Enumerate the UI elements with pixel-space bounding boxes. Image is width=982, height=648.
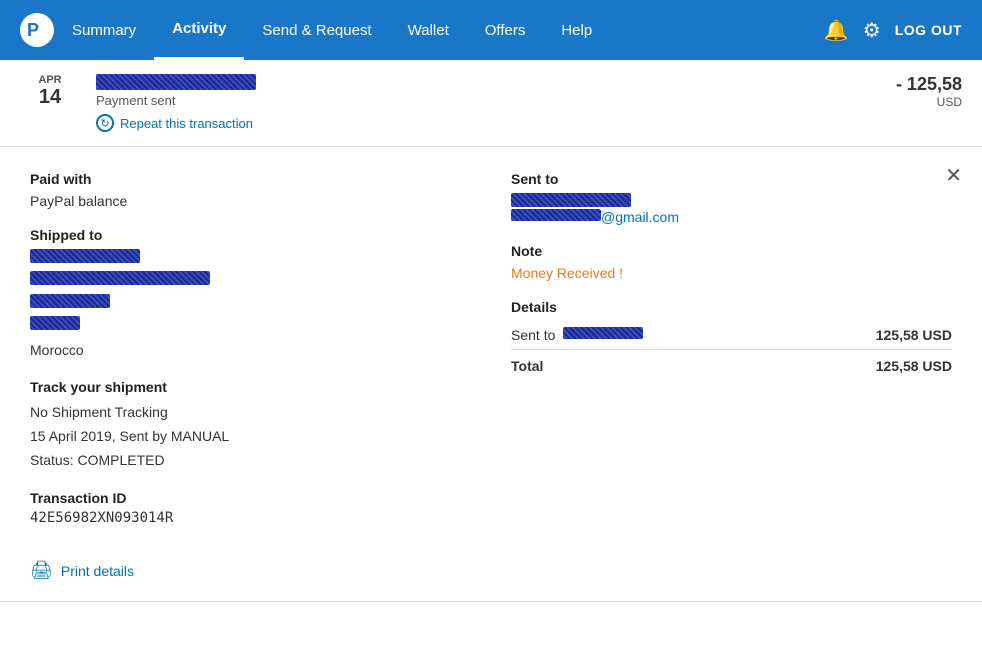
- nav-item-wallet[interactable]: Wallet: [390, 0, 467, 60]
- shipped-to-address2: [30, 294, 471, 316]
- repeat-transaction-link[interactable]: ↻ Repeat this transaction: [96, 114, 896, 132]
- detail-right-col: Sent to @gmail.com Note Money Received !: [511, 171, 952, 581]
- notifications-icon[interactable]: 🔔: [824, 18, 849, 43]
- total-amount: 125,58 USD: [876, 358, 952, 374]
- txn-id-label: Transaction ID: [30, 490, 471, 506]
- shipped-address1-redacted: [30, 271, 210, 285]
- total-label: Total: [511, 358, 543, 374]
- detail-grid: Paid with PayPal balance Shipped to: [30, 171, 952, 581]
- paid-with-label: Paid with: [30, 171, 471, 187]
- note-section: Note Money Received !: [511, 243, 952, 281]
- details-label: Details: [511, 299, 952, 315]
- nav-item-summary[interactable]: Summary: [54, 0, 154, 60]
- nav-item-offers[interactable]: Offers: [467, 0, 544, 60]
- shipped-to-section: Shipped to M: [30, 227, 471, 361]
- payment-status: Payment sent: [96, 93, 896, 108]
- transaction-info: Payment sent ↻ Repeat this transaction: [96, 74, 896, 146]
- recipient-name-redacted: [96, 74, 256, 90]
- date-month: APR: [20, 74, 80, 86]
- print-link[interactable]: Print details: [61, 563, 134, 579]
- shipped-address2-redacted: [30, 294, 110, 308]
- details-sent-to-amount: 125,58 USD: [876, 327, 952, 343]
- details-sent-to-row: Sent to 125,58 USD: [511, 321, 952, 350]
- nav-item-activity[interactable]: Activity: [154, 0, 244, 60]
- paid-with-value: PayPal balance: [30, 193, 471, 209]
- sent-to-name: [511, 193, 952, 209]
- note-value: Money Received !: [511, 265, 952, 281]
- shipped-name-redacted: [30, 249, 140, 263]
- amount-value: - 125,58: [896, 74, 962, 95]
- nav-item-help[interactable]: Help: [543, 0, 610, 60]
- shipped-to-address3: [30, 316, 471, 338]
- sent-to-name-redacted: [511, 193, 631, 207]
- details-table: Sent to 125,58 USD Total 125,58 USD: [511, 321, 952, 382]
- header: P Summary Activity Send & Request Wallet…: [0, 0, 982, 60]
- sent-to-email-domain: @gmail.com: [601, 209, 679, 225]
- transaction-date: APR 14: [20, 74, 80, 109]
- sent-to-section: Sent to @gmail.com: [511, 171, 952, 225]
- svg-text:P: P: [27, 20, 39, 40]
- settings-icon[interactable]: ⚙: [863, 18, 881, 43]
- nav-item-send-request[interactable]: Send & Request: [244, 0, 389, 60]
- transaction-id-section: Transaction ID 42E56982XN093014R: [30, 490, 471, 526]
- note-label: Note: [511, 243, 952, 259]
- main-content: APR 14 Payment sent ↻ Repeat this transa…: [0, 60, 982, 602]
- main-nav: Summary Activity Send & Request Wallet O…: [54, 0, 824, 60]
- repeat-label: Repeat this transaction: [120, 116, 253, 131]
- track-line2: 15 April 2019, Sent by MANUAL: [30, 425, 471, 449]
- paypal-logo: P: [20, 13, 54, 47]
- date-day: 14: [20, 86, 80, 109]
- details-sent-to-label: Sent to: [511, 327, 643, 343]
- shipped-to-country: Morocco: [30, 339, 471, 361]
- sent-to-email-prefix-redacted: [511, 209, 601, 221]
- sent-to-email: @gmail.com: [511, 209, 952, 225]
- amount-currency: USD: [896, 95, 962, 109]
- sent-to-label: Sent to: [511, 171, 952, 187]
- transaction-name: [96, 74, 896, 91]
- shipped-address3-redacted: [30, 316, 80, 330]
- shipped-to-address1: [30, 271, 471, 293]
- amount-block: - 125,58 USD: [896, 74, 962, 109]
- detail-left-col: Paid with PayPal balance Shipped to: [30, 171, 471, 581]
- details-total-row: Total 125,58 USD: [511, 350, 952, 382]
- details-table-section: Details Sent to 125,58 USD Total 125: [511, 299, 952, 382]
- txn-id-value: 42E56982XN093014R: [30, 510, 471, 526]
- shipped-to-label: Shipped to: [30, 227, 471, 243]
- print-row: 🖨 Print details: [30, 550, 471, 581]
- repeat-icon: ↻: [96, 114, 114, 132]
- details-sent-to-redacted: [563, 327, 643, 339]
- printer-icon: 🖨: [30, 560, 53, 581]
- paid-with-section: Paid with PayPal balance: [30, 171, 471, 209]
- header-right: 🔔 ⚙ LOG OUT: [824, 18, 962, 43]
- transaction-row: APR 14 Payment sent ↻ Repeat this transa…: [0, 60, 982, 147]
- track-line1: No Shipment Tracking: [30, 401, 471, 425]
- track-title: Track your shipment: [30, 379, 471, 395]
- detail-panel: ✕ Paid with PayPal balance Shipped to: [0, 147, 982, 602]
- shipped-to-name: [30, 249, 471, 271]
- close-button[interactable]: ✕: [945, 163, 962, 188]
- track-status: Status: COMPLETED: [30, 449, 471, 473]
- track-shipment-section: Track your shipment No Shipment Tracking…: [30, 379, 471, 472]
- logout-button[interactable]: LOG OUT: [895, 22, 962, 38]
